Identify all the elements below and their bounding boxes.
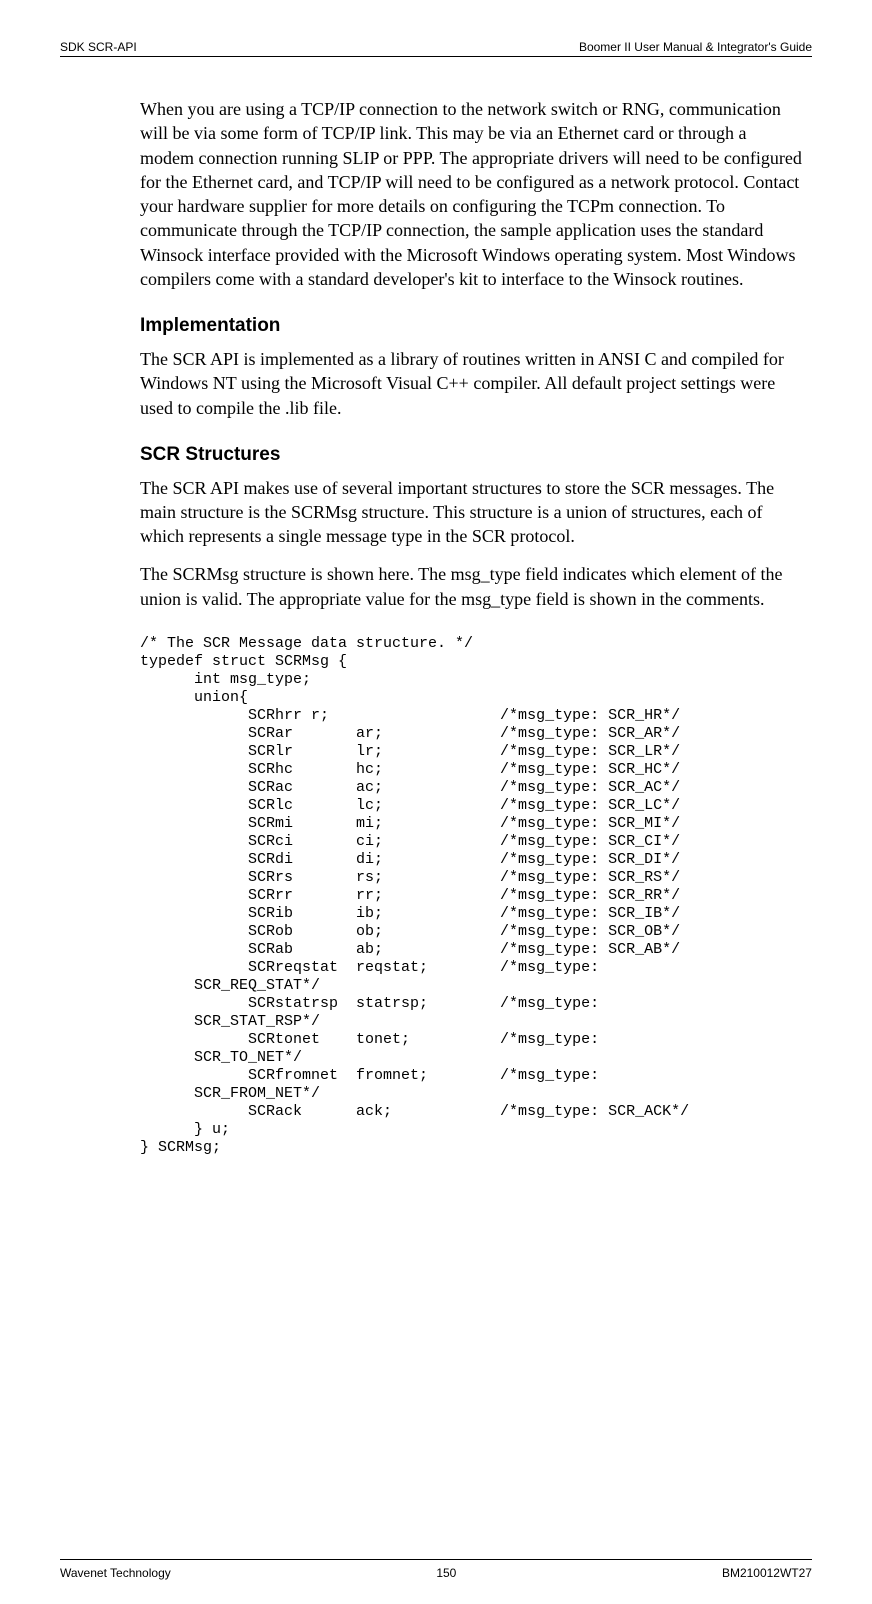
code-block-scrmsg: /* The SCR Message data structure. */ ty… <box>140 635 802 1157</box>
footer-page-number: 150 <box>436 1566 456 1580</box>
page: SDK SCR-API Boomer II User Manual & Inte… <box>0 0 872 1604</box>
footer-right: BM210012WT27 <box>722 1566 812 1580</box>
footer-left: Wavenet Technology <box>60 1566 171 1580</box>
paragraph-tcpip: When you are using a TCP/IP connection t… <box>140 97 802 291</box>
header-right: Boomer II User Manual & Integrator's Gui… <box>579 40 812 54</box>
header-left: SDK SCR-API <box>60 40 137 54</box>
paragraph-scrmsg-desc: The SCRMsg structure is shown here. The … <box>140 562 802 611</box>
heading-scr-structures: SCR Structures <box>140 442 802 468</box>
paragraph-implementation: The SCR API is implemented as a library … <box>140 347 802 420</box>
heading-implementation: Implementation <box>140 313 802 339</box>
page-content: When you are using a TCP/IP connection t… <box>140 97 802 1157</box>
page-footer: Wavenet Technology 150 BM210012WT27 <box>60 1559 812 1580</box>
page-header: SDK SCR-API Boomer II User Manual & Inte… <box>60 40 812 57</box>
paragraph-structures-intro: The SCR API makes use of several importa… <box>140 476 802 549</box>
